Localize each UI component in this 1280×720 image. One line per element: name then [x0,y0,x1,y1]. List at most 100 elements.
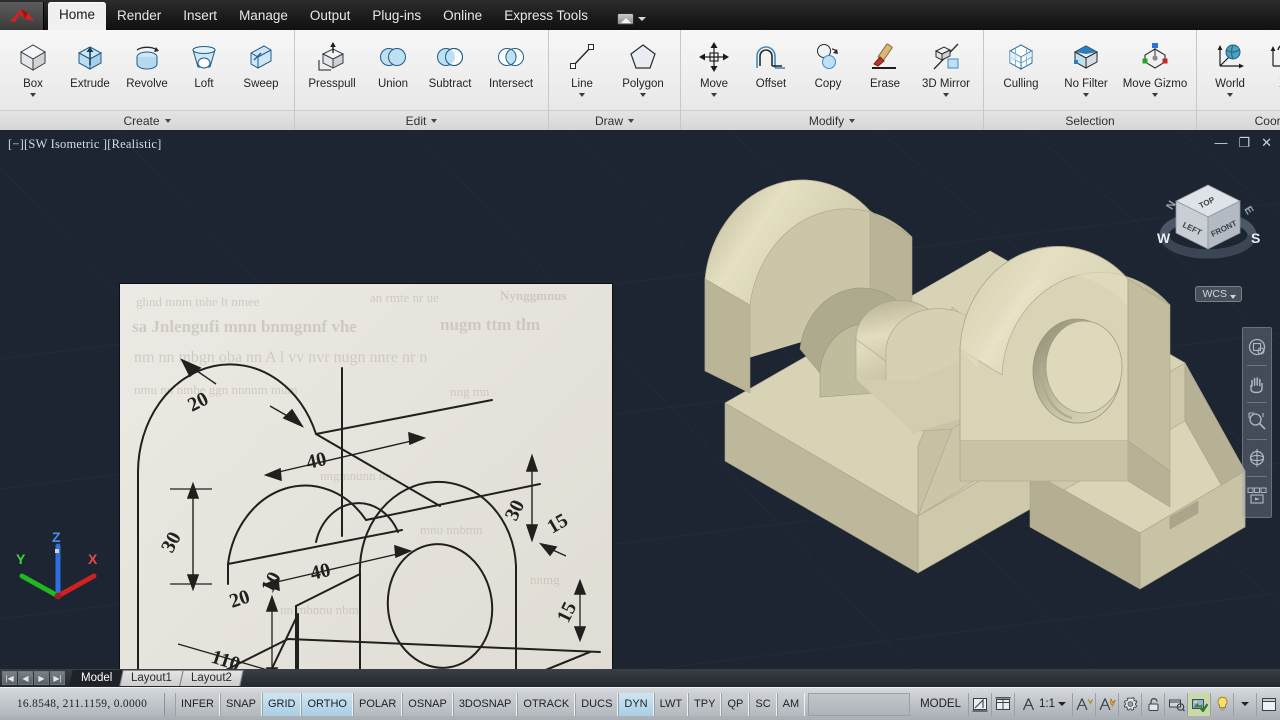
tool-intersect[interactable]: Intersect [479,34,543,102]
close-button[interactable]: ✕ [1261,136,1272,149]
status-toggle-snap[interactable]: SNAP [220,692,262,716]
hardware-accel-icon[interactable] [1165,692,1188,716]
tool-ucs-world[interactable]: World [1202,34,1258,102]
tool-box[interactable]: Box [5,34,61,102]
steering-wheel-icon[interactable] [1244,332,1270,362]
ribbon-tab-output[interactable]: Output [299,3,362,30]
status-toggle-ducs[interactable]: DUCS [575,692,619,716]
ribbon-tab-express-tools[interactable]: Express Tools [493,3,599,30]
ucs-z-label: Z [52,529,61,545]
status-toggle-otrack[interactable]: OTRACK [517,692,576,716]
status-toggle-dyn[interactable]: DYN [618,692,654,716]
ribbon-tab-online[interactable]: Online [432,3,493,30]
tool-subtract[interactable]: Subtract [422,34,478,102]
ribbon-tab-manage[interactable]: Manage [228,3,299,30]
tool-extrude[interactable]: Extrude [62,34,118,102]
tool-offset[interactable]: Offset [743,34,799,102]
zoom-extents-icon[interactable] [1244,406,1270,436]
reference-sketch-photo[interactable]: ghnd mnm tnhe lt nmee an rmte nr ue Nyng… [120,284,612,681]
workspace-gear-icon[interactable] [1119,692,1142,716]
layout-prev-button[interactable]: ◀ [18,671,33,685]
status-toggle-ortho[interactable]: ORTHO [301,692,353,716]
tool-move-gizmo[interactable]: Move Gizmo [1119,34,1191,102]
chevron-down-icon [638,17,646,21]
viewcube-s[interactable]: S [1251,230,1260,246]
annotation-visibility-icon[interactable] [1073,692,1096,716]
clean-screen-icon[interactable] [1257,693,1280,716]
tool-ucs-x[interactable]: X X [1259,34,1280,102]
layout-viewport-icon[interactable] [969,692,992,716]
tool-line[interactable]: Line [554,34,610,102]
layout-tab-layout2[interactable]: Layout2 [179,670,244,686]
auto-scale-icon[interactable] [1096,692,1119,716]
panel-title-coordinates[interactable]: Coordinates ↘ [1197,110,1280,130]
layout-first-button[interactable]: |◀ [2,671,17,685]
tool-label: Erase [869,78,901,90]
tile-viewports-icon[interactable] [992,692,1015,716]
panel-title-draw[interactable]: Draw [549,110,680,130]
panel-title-selection[interactable]: Selection [984,110,1196,130]
tool-3d-mirror[interactable]: 3D Mirror [914,34,978,102]
ucs-selector-dropdown[interactable]: WCS [1194,286,1242,302]
viewcube[interactable]: W S N E TOP LEFT FRONT [1148,173,1268,293]
minimize-button[interactable]: — [1214,136,1227,149]
model-space-button[interactable]: MODEL [913,692,969,716]
tool-move[interactable]: Move [686,34,742,102]
tool-loft[interactable]: Loft [176,34,232,102]
ribbon-tab-plug-ins[interactable]: Plug-ins [361,3,432,30]
layout-last-button[interactable]: ▶| [50,671,65,685]
orbit-icon[interactable] [1244,443,1270,473]
viewport-label[interactable]: [−][SW Isometric ][Realistic] [8,137,162,152]
panel-title-create[interactable]: Create [0,110,294,130]
tool-polygon[interactable]: Polygon [611,34,675,102]
layout-next-button[interactable]: ▶ [34,671,49,685]
tool-revolve[interactable]: Revolve [119,34,175,102]
svg-text:mnu nnbmn: mnu nnbmn [420,522,483,537]
status-toggle-tpy[interactable]: TPY [688,692,722,716]
status-toggle-qp[interactable]: QP [721,692,750,716]
tool-presspull[interactable]: Presspull [300,34,364,102]
tool-sweep[interactable]: Sweep [233,34,289,102]
ribbon-tab-bar: Home Render Insert Manage Output Plug-ins Onli… [0,0,1280,30]
status-toggle-polar[interactable]: POLAR [353,692,403,716]
viewcube-w[interactable]: W [1157,230,1171,246]
viewcube-e[interactable]: E [1241,204,1255,217]
presspull-icon [315,38,349,76]
lock-toolbars-icon[interactable] [1142,692,1165,716]
tool-union[interactable]: Union [365,34,421,102]
ribbon-tab-insert[interactable]: Insert [172,3,228,30]
annotation-scale-icon [1022,697,1035,710]
isolate-objects-icon[interactable] [1188,692,1211,716]
tool-culling[interactable]: Culling [989,34,1053,102]
status-toggle-3dosnap[interactable]: 3DOSNAP [452,692,518,716]
status-toggle-infer[interactable]: INFER [175,692,220,716]
status-toggle-grid[interactable]: GRID [261,692,302,716]
application-menu-button[interactable] [0,2,44,30]
ribbon-tab-render[interactable]: Render [106,3,172,30]
showmotion-icon[interactable] [1244,480,1270,510]
status-toggle-sc[interactable]: SC [749,692,777,716]
status-toggle-osnap[interactable]: OSNAP [402,692,453,716]
tool-no-filter[interactable]: No Filter [1054,34,1118,102]
line-icon [565,38,599,76]
bulb-icon[interactable] [1211,692,1234,716]
status-toggle-am[interactable]: AM [776,692,806,716]
status-toggle-lwt[interactable]: LWT [653,692,689,716]
restore-button[interactable]: ❐ [1238,136,1250,149]
ribbon-tab-home[interactable]: Home [48,2,107,30]
chevron-down-icon[interactable] [1058,702,1066,706]
panel-title-edit[interactable]: Edit [295,110,548,130]
layout-tab-model[interactable]: Model [69,670,125,686]
pan-hand-icon[interactable] [1244,369,1270,399]
tool-erase[interactable]: Erase [857,34,913,102]
status-menu-chevron[interactable] [1234,692,1257,716]
panel-title-modify[interactable]: Modify [681,110,983,130]
loft-icon [187,38,221,76]
drawing-canvas[interactable]: [−][SW Isometric ][Realistic] — ❐ ✕ ghnd… [0,131,1280,681]
ribbon-display-options-button[interactable] [617,13,646,30]
viewcube-cube[interactable]: TOP LEFT FRONT [1175,184,1241,250]
coordinate-readout[interactable]: 16.8548, 211.1159, 0.0000 [0,692,165,716]
annotation-scale-selector[interactable]: 1:1 [1015,692,1073,716]
tool-copy[interactable]: Copy [800,34,856,102]
layout-tab-layout1[interactable]: Layout1 [119,670,184,686]
